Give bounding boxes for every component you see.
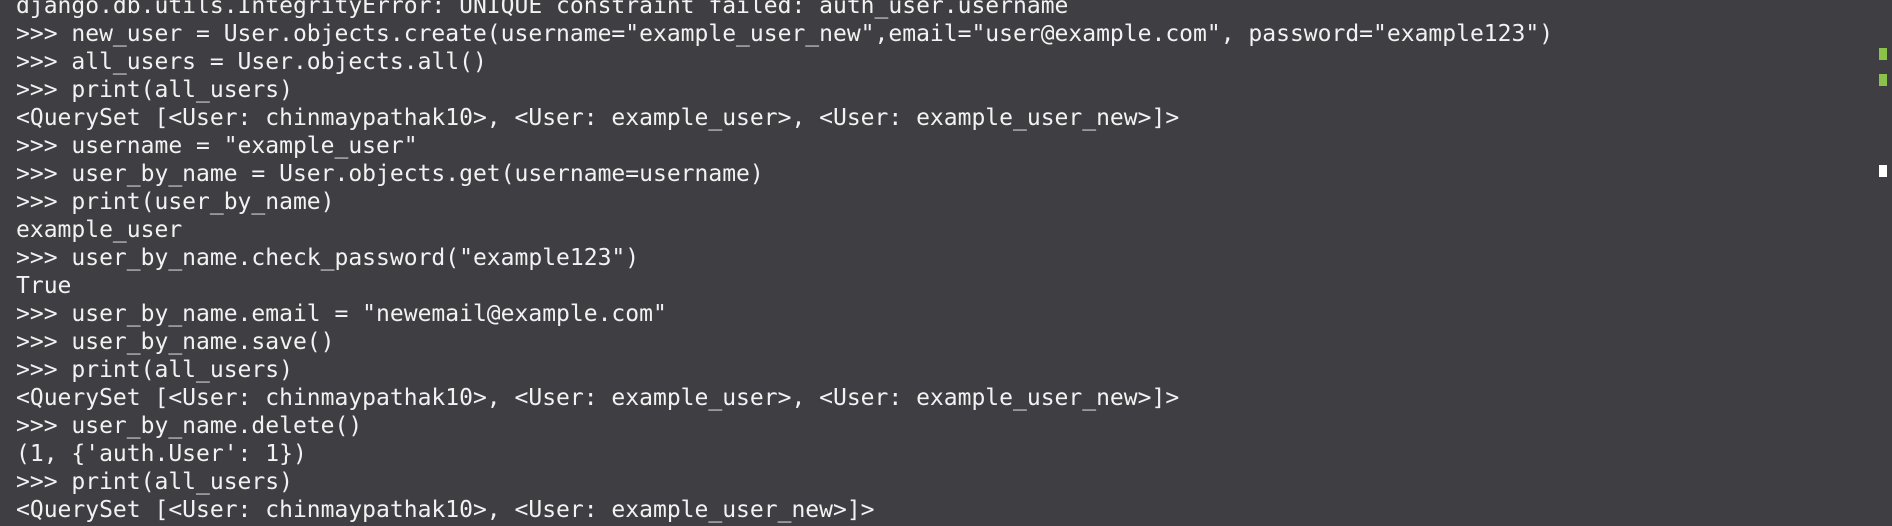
terminal-line: (1, {'auth.User': 1}) [16,441,307,467]
terminal-line: >>> all_users = User.objects.all() [16,49,487,75]
terminal-line: >>> new_user = User.objects.create(usern… [16,21,1554,47]
terminal-line: <QuerySet [<User: chinmaypathak10>, <Use… [16,385,1180,411]
change-marker [1879,74,1887,86]
terminal-line: >>> print(all_users) [16,357,293,383]
terminal-line: >>> print(all_users) [16,469,293,495]
terminal-line: >>> user_by_name.email = "newemail@examp… [16,301,667,327]
terminal-line: >>> user_by_name = User.objects.get(user… [16,161,764,187]
scroll-position-marker [1879,165,1887,177]
terminal-line: <QuerySet [<User: chinmaypathak10>, <Use… [16,105,1180,131]
terminal-line: >>> user_by_name.save() [16,329,335,355]
change-marker [1879,48,1887,60]
terminal-line: True [16,273,72,299]
terminal-line: example_user [16,217,183,243]
terminal-line: >>> print(all_users) [16,77,293,103]
terminal-line: >>> user_by_name.delete() [16,413,363,439]
terminal-line: django.db.utils.IntegrityError: UNIQUE c… [16,0,1069,19]
terminal-line: >>> user_by_name.check_password("example… [16,245,640,271]
terminal-window[interactable]: django.db.utils.IntegrityError: UNIQUE c… [0,0,1892,526]
terminal-line: >>> username = "example_user" [16,133,418,159]
terminal-line: >>> print(user_by_name) [16,189,335,215]
terminal-output: django.db.utils.IntegrityError: UNIQUE c… [16,0,1852,526]
scroll-gutter[interactable] [1856,0,1892,526]
terminal-line: <QuerySet [<User: chinmaypathak10>, <Use… [16,497,875,523]
